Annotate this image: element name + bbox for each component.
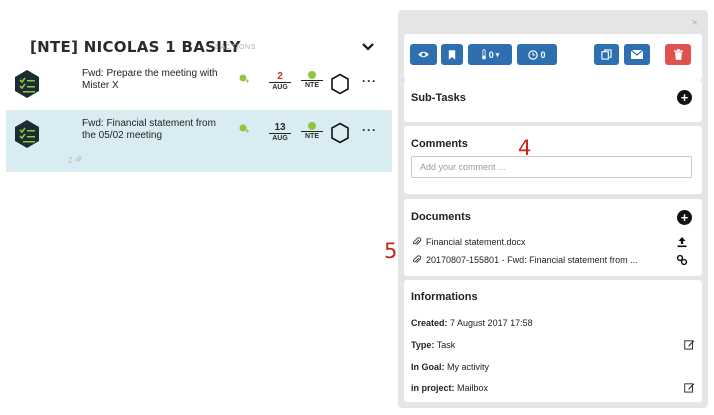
document-name: Financial statement.docx: [426, 237, 526, 247]
checklist-icon: [15, 70, 39, 98]
document-name: 20170807-155801 - Fwd: Financial stateme…: [426, 255, 638, 265]
informations-title: Informations: [411, 291, 478, 303]
close-icon[interactable]: ×: [692, 17, 698, 29]
bookmark-button[interactable]: [441, 44, 463, 65]
edit-icon[interactable]: [684, 382, 695, 393]
due-date[interactable]: 13 AUG: [269, 122, 291, 143]
task-row[interactable]: Fwd: Prepare the meeting with Mister X 2…: [6, 63, 392, 107]
paperclip-icon: [412, 237, 422, 246]
comments-card: Comments: [404, 126, 702, 194]
callout-number: 5: [384, 239, 398, 263]
timer-count: 0: [540, 49, 546, 60]
copy-icon: [601, 49, 612, 60]
assignee-label: NTE: [305, 82, 319, 89]
upload-icon[interactable]: [676, 236, 688, 248]
group-header: [NTE] NICOLAS 1 BASILY 2 ACTIONS: [30, 38, 375, 60]
assignee[interactable]: NTE: [301, 71, 323, 90]
toolbar: 0 ▾ 0: [404, 34, 702, 80]
informations-card: Informations Created: 7 August 2017 17:5…: [404, 280, 702, 402]
edit-icon[interactable]: [684, 339, 695, 350]
info-project: in project: Mailbox: [411, 383, 695, 393]
documents-title: Documents: [411, 211, 471, 223]
info-type-label: Type:: [411, 340, 435, 350]
group-title: [NTE] NICOLAS 1 BASILY: [30, 38, 241, 56]
paperclip-icon: [75, 156, 82, 162]
info-goal-value: My activity: [447, 362, 490, 372]
hexagon-icon[interactable]: [330, 73, 350, 95]
group-action-count: 2 ACTIONS: [214, 44, 256, 51]
delete-button[interactable]: [665, 44, 691, 65]
add-subtask-icon[interactable]: +: [677, 90, 692, 105]
assignee[interactable]: NTE: [301, 122, 323, 141]
add-assignee-icon[interactable]: [238, 73, 250, 85]
comments-title: Comments: [411, 138, 468, 150]
assignee-label: NTE: [305, 133, 319, 140]
thermometer-icon: [481, 49, 486, 60]
info-type: Type: Task: [411, 340, 695, 350]
more-options-icon[interactable]: ···: [362, 123, 377, 137]
timer-button[interactable]: 0: [517, 44, 557, 65]
document-item[interactable]: Financial statement.docx: [412, 236, 690, 250]
clock-icon: [528, 49, 539, 60]
copy-button[interactable]: [594, 44, 619, 65]
paperclip-icon: [412, 255, 422, 264]
info-created-label: Created:: [411, 318, 448, 328]
more-options-icon[interactable]: ···: [362, 74, 377, 88]
assignee-avatar: [308, 71, 316, 79]
info-project-value: Mailbox: [457, 383, 489, 393]
trash-icon: [673, 49, 683, 60]
envelope-icon: [631, 50, 643, 59]
link-icon[interactable]: [676, 254, 688, 266]
bookmark-icon: [448, 49, 456, 60]
document-item[interactable]: 20170807-155801 - Fwd: Financial stateme…: [412, 254, 690, 268]
task-row[interactable]: Fwd: Financial statement from the 05/02 …: [6, 110, 392, 172]
task-title[interactable]: Fwd: Financial statement from the 05/02 …: [82, 118, 227, 142]
comment-input[interactable]: [411, 156, 692, 178]
add-document-icon[interactable]: +: [677, 210, 692, 225]
subtasks-title: Sub-Tasks: [411, 92, 466, 104]
documents-card: Documents + Financial statement.docx 201…: [404, 199, 702, 276]
assignee-avatar: [308, 122, 316, 130]
due-month: AUG: [272, 84, 288, 91]
checklist-icon: [15, 120, 39, 148]
chevron-down-icon[interactable]: [361, 40, 375, 54]
info-type-value: Task: [436, 340, 456, 350]
due-day: 13: [269, 122, 291, 134]
attachment-meta: 2: [68, 156, 82, 165]
hexagon-icon[interactable]: [330, 122, 350, 144]
info-created: Created: 7 August 2017 17:58: [411, 318, 695, 328]
eye-icon: [418, 51, 429, 58]
info-goal-label: In Goal:: [411, 362, 445, 372]
task-title[interactable]: Fwd: Prepare the meeting with Mister X: [82, 68, 222, 92]
info-goal: In Goal: My activity: [411, 362, 695, 372]
due-month: AUG: [272, 135, 288, 142]
subtasks-card: Sub-Tasks +: [404, 80, 702, 122]
task-detail-panel: × 0 ▾ 0 Sub-Tasks + Comments Add your co…: [398, 10, 708, 408]
attachment-count: 2: [68, 156, 73, 165]
caret-down-icon: ▾: [495, 51, 500, 59]
info-project-label: in project:: [411, 383, 455, 393]
checklist-count-button[interactable]: 0 ▾: [468, 44, 512, 65]
add-assignee-icon[interactable]: [238, 123, 250, 135]
due-date[interactable]: 2 AUG: [269, 71, 291, 92]
callout-number: 4: [518, 136, 532, 160]
watch-button[interactable]: [410, 44, 437, 65]
email-button[interactable]: [624, 44, 650, 65]
due-day: 2: [269, 71, 291, 83]
checklist-count: 0: [488, 49, 494, 60]
info-created-value: 7 August 2017 17:58: [450, 318, 533, 328]
